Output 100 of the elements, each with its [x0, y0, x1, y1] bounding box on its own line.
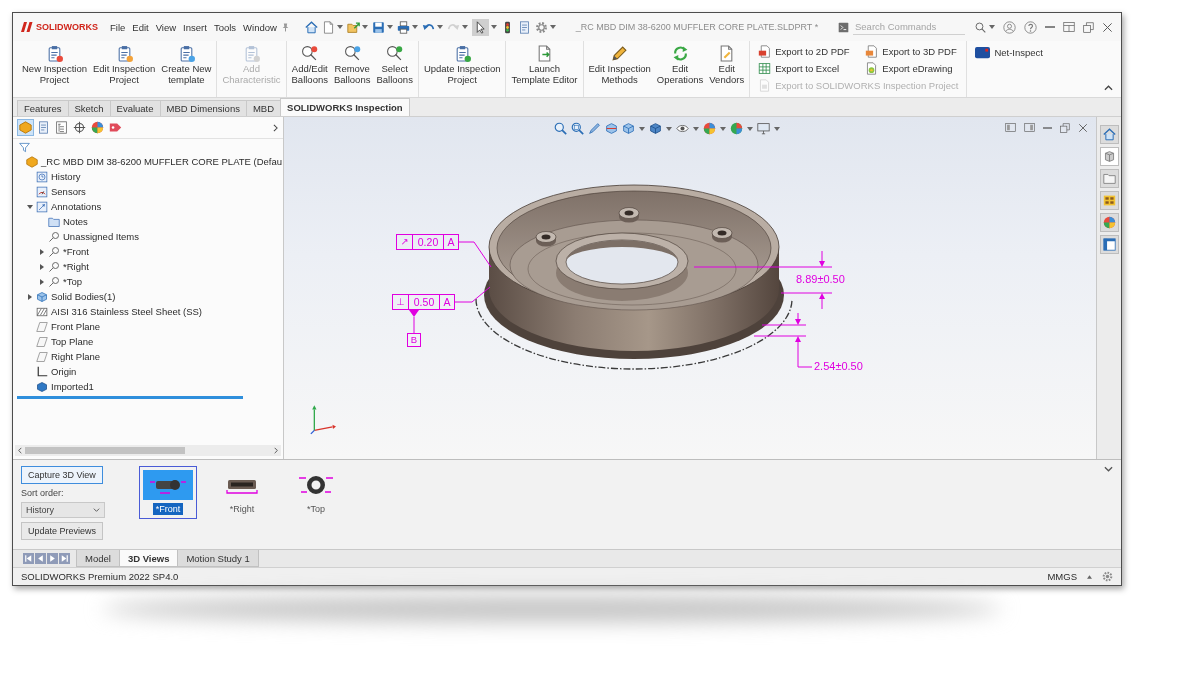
- ribbon-button[interactable]: Edit Vendors: [706, 43, 748, 88]
- ribbon-button[interactable]: Launch Template Editor: [508, 43, 581, 88]
- cube-icon[interactable]: [605, 122, 618, 135]
- list-icon[interactable]: [54, 120, 69, 135]
- close-icon[interactable]: [1102, 21, 1113, 33]
- search-icon[interactable]: [975, 21, 986, 33]
- ribbon-button[interactable]: Export eDrawing: [863, 61, 961, 76]
- first-page-icon[interactable]: [23, 553, 34, 564]
- filter-icon[interactable]: [19, 142, 30, 153]
- home-icon[interactable]: [304, 20, 318, 34]
- ribbon-button[interactable]: Edit Inspection Methods: [585, 43, 654, 88]
- caret-icon[interactable]: [27, 204, 33, 209]
- window-tile-icon[interactable]: [1005, 122, 1016, 133]
- previous-icon[interactable]: [35, 553, 46, 564]
- tree-item[interactable]: Annotations: [51, 201, 102, 212]
- chevron-icon[interactable]: [18, 447, 22, 454]
- command-tab[interactable]: MBD Dimensions: [159, 100, 247, 116]
- cube-icon[interactable]: [649, 122, 662, 135]
- magnifier-icon[interactable]: [554, 122, 567, 135]
- pointer-icon[interactable]: [471, 18, 489, 36]
- tree-item[interactable]: Top Plane: [51, 336, 94, 347]
- next-icon[interactable]: [47, 553, 58, 564]
- ribbon-button[interactable]: Create New template: [158, 43, 215, 88]
- pin-icon[interactable]: [280, 21, 290, 33]
- caret-icon[interactable]: [461, 25, 468, 29]
- ribbon-button[interactable]: Select Balloons: [373, 43, 416, 88]
- tree-item[interactable]: History: [51, 171, 81, 182]
- command-tab[interactable]: Sketch: [67, 100, 111, 116]
- caret-icon[interactable]: [336, 25, 343, 29]
- cube-icon[interactable]: [1099, 147, 1119, 166]
- home-icon[interactable]: [1099, 125, 1119, 144]
- tag-icon[interactable]: [108, 120, 123, 135]
- search-field[interactable]: Search Commands: [853, 19, 965, 35]
- menu-item[interactable]: View: [155, 21, 177, 33]
- gear-icon[interactable]: [534, 20, 548, 34]
- caret-icon[interactable]: [490, 25, 497, 29]
- tree-item[interactable]: Notes: [63, 216, 88, 227]
- gear-icon[interactable]: [1102, 571, 1113, 582]
- bottom-tab[interactable]: Model: [76, 550, 120, 567]
- help-icon[interactable]: [1024, 20, 1037, 34]
- caret-icon[interactable]: [549, 25, 556, 29]
- ribbon-button[interactable]: Export to 2D PDF: [756, 44, 854, 59]
- sphere-icon[interactable]: [90, 120, 105, 135]
- tree-item[interactable]: *Top: [63, 276, 82, 287]
- caret-icon[interactable]: [666, 126, 672, 131]
- menu-item[interactable]: Edit: [132, 21, 149, 33]
- ribbon-button[interactable]: New Inspection Project: [19, 43, 90, 88]
- sphere-icon[interactable]: [703, 122, 716, 135]
- sphere-icon[interactable]: [730, 122, 743, 135]
- caret-icon[interactable]: [40, 278, 44, 285]
- menu-item[interactable]: File: [110, 21, 126, 33]
- monitor-icon[interactable]: [757, 122, 770, 135]
- scrollbar-thumb[interactable]: [25, 447, 185, 454]
- ribbon-button[interactable]: Edit Operations: [653, 43, 707, 88]
- last-page-icon[interactable]: [59, 553, 70, 564]
- tree-item[interactable]: Right Plane: [51, 351, 101, 362]
- magnifier-icon[interactable]: [571, 122, 584, 135]
- ribbon-button[interactable]: Add/Edit Balloons: [288, 43, 331, 88]
- ribbon-button[interactable]: Export to 3D PDF: [863, 44, 961, 59]
- chevron-icon[interactable]: [274, 447, 278, 454]
- tree-item[interactable]: Solid Bodies(1): [51, 291, 116, 302]
- menu-item[interactable]: Window: [243, 21, 277, 33]
- caret-icon[interactable]: [436, 25, 443, 29]
- eye-icon[interactable]: [676, 122, 689, 135]
- capture-view-button[interactable]: Capture 3D View: [21, 466, 103, 484]
- view-thumbnail[interactable]: *Top: [287, 466, 345, 519]
- caret-icon[interactable]: [28, 293, 32, 300]
- tree-item[interactable]: Front Plane: [51, 321, 101, 332]
- tree-item[interactable]: *Front: [63, 246, 89, 257]
- menu-item[interactable]: Insert: [183, 21, 207, 33]
- grid-icon[interactable]: [1099, 191, 1119, 210]
- bottom-tab[interactable]: Motion Study 1: [177, 550, 259, 567]
- command-tab[interactable]: Evaluate: [109, 100, 161, 116]
- window-tile-icon[interactable]: [1024, 122, 1035, 133]
- cube-icon[interactable]: [622, 122, 635, 135]
- caret-icon[interactable]: [411, 25, 418, 29]
- tree-item[interactable]: Sensors: [51, 186, 86, 197]
- caret-icon[interactable]: [989, 25, 995, 29]
- window-tile-icon[interactable]: [1063, 21, 1075, 33]
- caret-icon[interactable]: [40, 263, 44, 270]
- caret-icon[interactable]: [747, 126, 753, 131]
- collapse-ribbon-icon[interactable]: [1104, 85, 1113, 91]
- sort-order-dropdown[interactable]: History: [21, 502, 105, 518]
- tree-item[interactable]: _RC MBD DIM 38-6200 MUFFLER CORE PLATE (Defau: [41, 156, 283, 167]
- crosshair-icon[interactable]: [72, 120, 87, 135]
- restore-icon[interactable]: [1060, 122, 1070, 133]
- view-thumbnail[interactable]: *Front: [139, 466, 197, 519]
- view-thumbnail[interactable]: *Right: [213, 466, 271, 519]
- update-previews-button[interactable]: Update Previews: [21, 522, 104, 540]
- ribbon-button[interactable]: Edit Inspection Project: [89, 43, 159, 88]
- document-icon[interactable]: [321, 20, 335, 34]
- caret-icon[interactable]: [720, 126, 726, 131]
- caret-icon[interactable]: [1087, 574, 1092, 579]
- horizontal-scrollbar[interactable]: [15, 445, 281, 456]
- add-in-button[interactable]: Net-Inspect: [973, 44, 1045, 61]
- command-tab[interactable]: Features: [17, 100, 69, 116]
- menu-item[interactable]: Tools: [213, 21, 237, 33]
- caret-icon[interactable]: [693, 126, 699, 131]
- caret-icon[interactable]: [639, 126, 645, 131]
- chevron-icon[interactable]: [273, 123, 278, 132]
